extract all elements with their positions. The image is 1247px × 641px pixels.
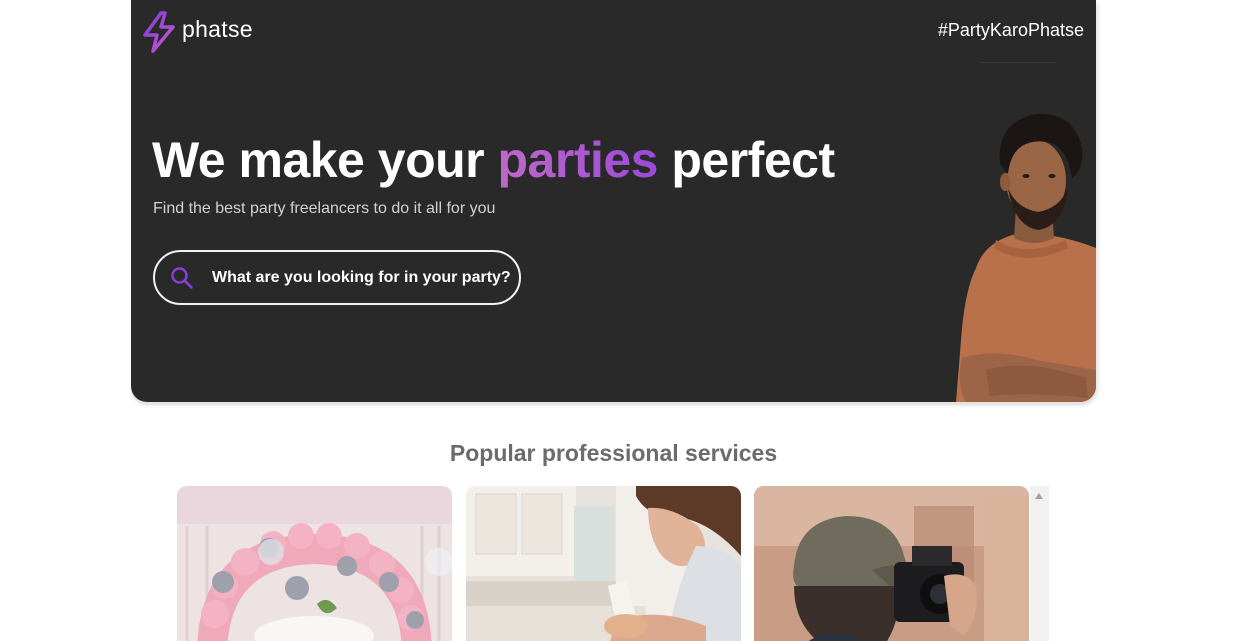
balloon-arch-image (177, 486, 452, 641)
header: phatse #PartyKaroPhatse (131, 0, 1096, 63)
photographer-image (754, 486, 1029, 641)
headline-accent: parties (497, 132, 659, 188)
hero-person-image (956, 113, 1096, 402)
section-title: Popular professional services (449, 440, 778, 466)
service-card-photography[interactable] (754, 486, 1029, 641)
baking-image (466, 486, 741, 641)
hero-subheadline: Find the best party freelancers to do it… (153, 200, 496, 217)
lightning-bolt-icon (143, 11, 175, 53)
search-icon (171, 266, 193, 289)
carousel-scrollbar[interactable] (1030, 486, 1049, 641)
header-divider (980, 62, 1056, 63)
hero-headline: We make your parties perfect (152, 131, 835, 189)
headline-suffix: perfect (657, 132, 835, 188)
search-input[interactable]: What are you looking for in your party? (153, 250, 521, 305)
service-card-decoration[interactable] (177, 486, 452, 641)
scroll-up-arrow-icon[interactable] (1035, 493, 1043, 499)
search-placeholder: What are you looking for in your party? (212, 268, 511, 286)
brand-logo[interactable]: phatse (141, 11, 253, 53)
hero-banner: phatse #PartyKaroPhatse We make your par… (131, 0, 1096, 402)
brand-tagline: #PartyKaroPhatse (937, 20, 1084, 40)
brand-name: phatse (182, 15, 253, 42)
headline-prefix: We make your (152, 132, 498, 188)
service-card-baking[interactable] (466, 486, 741, 641)
